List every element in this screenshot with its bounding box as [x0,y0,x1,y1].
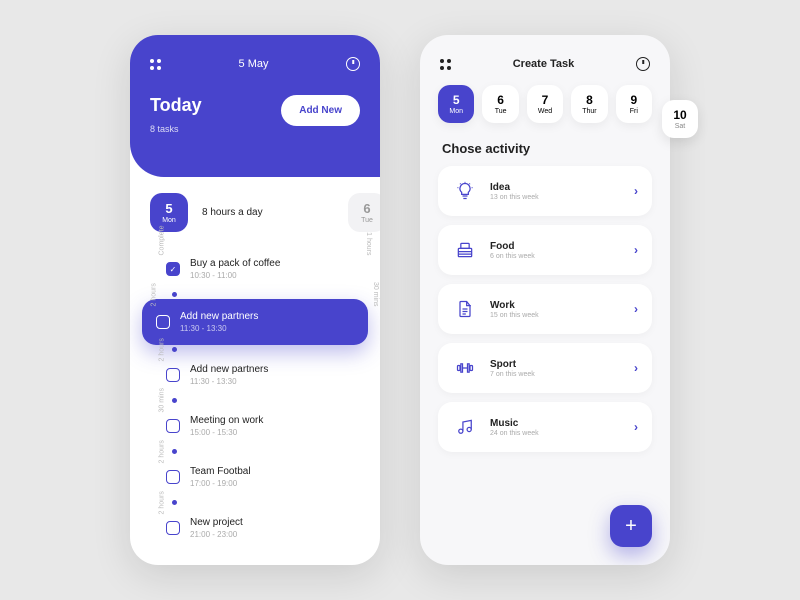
activity-count: 24 on this week [490,430,622,437]
day-chip-next[interactable]: 6 Tue [348,193,380,232]
task-name: Buy a pack of coffee [190,258,280,269]
task-item[interactable]: 2 hoursAdd new partners11:30 - 13:3030 m… [142,299,368,345]
task-name: Add new partners [190,364,268,375]
date-chip[interactable]: 7Wed [527,85,563,123]
hours-label: 8 hours a day [202,207,263,218]
idea-icon [452,178,478,204]
date-chip[interactable]: 6Tue [482,85,518,123]
task-name: Team Footbal [190,466,251,477]
chevron-right-icon: › [634,361,638,375]
task-count: 8 tasks [150,124,179,134]
duration-label: 2 hours [151,283,158,306]
sport-icon [452,355,478,381]
duration-label: 2 hours [159,491,166,514]
section-heading: Chose activity [420,123,670,166]
chevron-right-icon: › [634,302,638,316]
date-picker: 5Mon6Tue7Wed8Thur9Fri [420,85,670,123]
timeline-dot [172,398,177,403]
task-time: 17:00 - 19:00 [190,479,251,488]
activity-count: 7 on this week [490,371,622,378]
add-button[interactable]: + [610,505,652,547]
checkbox-icon[interactable] [166,521,180,535]
timeline-dot [172,347,177,352]
checkbox-icon[interactable] [166,419,180,433]
activity-name: Work [490,300,622,311]
task-time: 10:30 - 11:00 [190,271,280,280]
duration-label: 2 hours [159,440,166,463]
date-chip-extra[interactable]: 10 Sat [662,100,698,138]
activity-name: Sport [490,359,622,370]
task-time: 11:30 - 13:30 [190,377,268,386]
chevron-right-icon: › [634,243,638,257]
activity-name: Music [490,418,622,429]
activity-item[interactable]: Food6 on this week › [438,225,652,275]
header: 5 May Today 8 tasks Add New [130,35,380,177]
task-time: 21:00 - 23:00 [190,530,243,539]
chevron-right-icon: › [634,184,638,198]
day-chip-selected[interactable]: 5 Mon [150,193,188,232]
create-task-screen: Create Task 5Mon6Tue7Wed8Thur9Fri Chose … [420,35,670,565]
clock-icon[interactable] [636,57,650,71]
task-item[interactable]: 2 hoursTeam Footbal17:00 - 19:00 [150,456,360,498]
activity-name: Idea [490,182,622,193]
activity-count: 13 on this week [490,194,622,201]
activity-count: 15 on this week [490,312,622,319]
checkbox-icon[interactable] [166,368,180,382]
checkbox-icon[interactable] [166,262,180,276]
task-name: Meeting on work [190,415,263,426]
add-new-button[interactable]: Add New [281,95,360,126]
menu-icon[interactable] [150,59,161,70]
activity-item[interactable]: Sport7 on this week › [438,343,652,393]
task-item[interactable]: 30 minsMeeting on work15:00 - 15:30 [150,405,360,447]
task-name: New project [190,517,243,528]
task-item[interactable]: 2 hoursAdd new partners11:30 - 13:30 [150,354,360,396]
date-chip[interactable]: 5Mon [438,85,474,123]
activity-item[interactable]: Idea13 on this week › [438,166,652,216]
duration-label: 2 hours [159,338,166,361]
duration-label: 1 hours [365,232,372,255]
duration-label: 30 mins [159,388,166,413]
today-screen: 5 May Today 8 tasks Add New 5 Mon 8 hour… [130,35,380,565]
duration-label: 30 mins [373,282,380,307]
task-name: Add new partners [180,311,258,322]
task-item[interactable]: CompleteBuy a pack of coffee10:30 - 11:0… [150,248,360,290]
activity-name: Food [490,241,622,252]
task-item[interactable]: 2 hoursNew project21:00 - 23:00 [150,507,360,549]
clock-icon[interactable] [346,57,360,71]
duration-label: Complete [159,226,166,256]
page-title: Create Task [513,58,575,70]
music-icon [452,414,478,440]
page-title: Today [150,95,202,116]
checkbox-icon[interactable] [166,470,180,484]
date-chip[interactable]: 8Thur [571,85,607,123]
timeline-dot [172,292,177,297]
activity-list: Idea13 on this week›Food6 on this week›W… [420,166,670,452]
date-chip[interactable]: 9Fri [616,85,652,123]
chevron-right-icon: › [634,420,638,434]
timeline-dot [172,449,177,454]
work-icon [452,296,478,322]
menu-icon[interactable] [440,59,451,70]
task-list: CompleteBuy a pack of coffee10:30 - 11:0… [130,248,380,565]
activity-count: 6 on this week [490,253,622,260]
activity-item[interactable]: Music24 on this week › [438,402,652,452]
day-row: 5 Mon 8 hours a day 6 Tue [130,177,380,248]
activity-item[interactable]: Work15 on this week › [438,284,652,334]
timeline-dot [172,500,177,505]
heading-block: Today 8 tasks [150,95,202,137]
date-title: 5 May [239,58,269,70]
task-time: 15:00 - 15:30 [190,428,263,437]
task-time: 11:30 - 13:30 [180,324,258,333]
checkbox-icon[interactable] [156,315,170,329]
food-icon [452,237,478,263]
